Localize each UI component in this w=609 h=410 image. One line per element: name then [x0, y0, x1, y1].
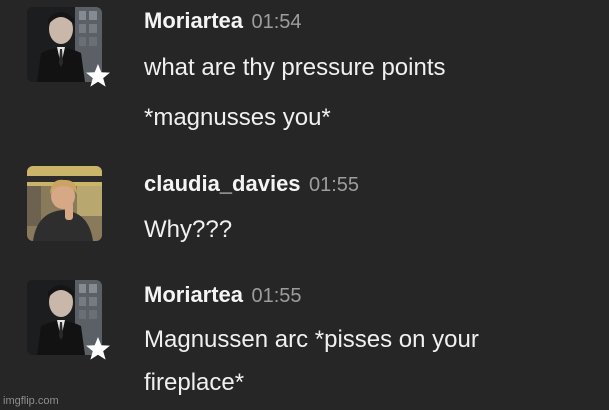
claudia-davies-avatar[interactable]: [27, 166, 102, 241]
message-header: claudia_davies 01:55: [144, 171, 359, 197]
star-icon: [86, 64, 110, 87]
chat-message: Moriartea 01:54 what are thy pressure po…: [0, 0, 609, 150]
message-text: *magnusses you*: [144, 104, 331, 131]
message-text: Magnussen arc *pisses on your: [144, 326, 479, 353]
author-name[interactable]: Moriartea: [144, 282, 243, 307]
timestamp: 01:55: [309, 174, 360, 196]
author-name[interactable]: Moriartea: [144, 8, 243, 33]
chat-message: claudia_davies 01:55 Why???: [0, 150, 609, 265]
chat-message: Moriartea 01:55 Magnussen arc *pisses on…: [0, 265, 609, 410]
message-text: Why???: [144, 216, 233, 243]
message-text: fireplace*: [144, 369, 245, 396]
star-icon: [86, 337, 110, 360]
watermark: imgflip.com: [3, 395, 59, 407]
message-header: Moriartea 01:55: [144, 282, 302, 308]
message-header: Moriartea 01:54: [144, 8, 302, 34]
message-text: what are thy pressure points: [144, 54, 446, 81]
timestamp: 01:55: [251, 285, 302, 307]
timestamp: 01:54: [251, 11, 302, 33]
author-name[interactable]: claudia_davies: [144, 171, 301, 196]
